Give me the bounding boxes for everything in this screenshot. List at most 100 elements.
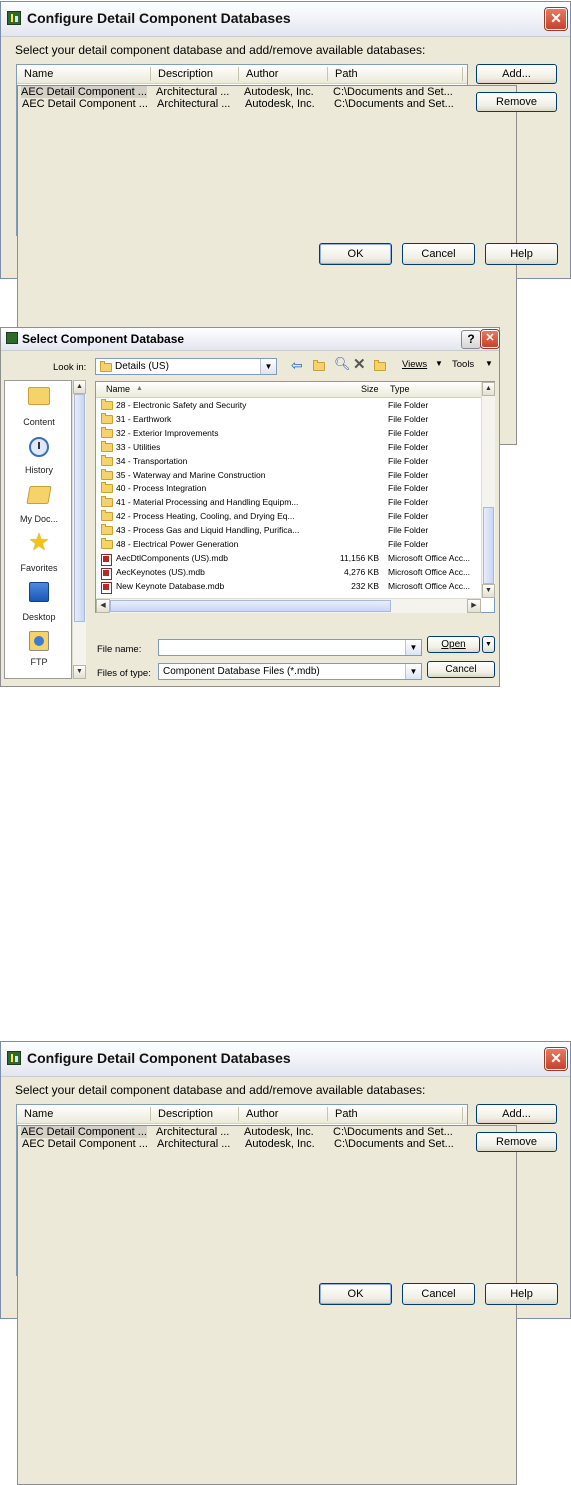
place-desktop[interactable]: Desktop bbox=[5, 582, 73, 622]
cancel-button[interactable]: Cancel bbox=[427, 661, 495, 678]
file-row[interactable]: 43 - Process Gas and Liquid Handling, Pu… bbox=[100, 524, 482, 537]
file-row[interactable]: 41 - Material Processing and Handling Eq… bbox=[100, 496, 482, 509]
folder-icon bbox=[101, 440, 113, 452]
place-favorites[interactable]: ★ Favorites bbox=[5, 531, 73, 574]
file-row[interactable]: 33 - Utilities File Folder bbox=[100, 440, 482, 454]
file-list-vscrollbar[interactable]: ▲ ▼ bbox=[481, 382, 495, 598]
add-button[interactable]: Add... bbox=[476, 64, 557, 84]
file-row[interactable]: 48 - Electrical Power Generation File Fol… bbox=[100, 538, 482, 551]
search-web-icon[interactable]: 🔍︎ bbox=[334, 356, 351, 371]
list-row[interactable]: AEC Detail Component ... Architectural .… bbox=[19, 1138, 465, 1151]
up-folder-icon[interactable] bbox=[312, 358, 326, 372]
open-button[interactable]: Open bbox=[427, 636, 480, 653]
ok-button[interactable]: OK bbox=[319, 243, 392, 265]
folder-icon bbox=[100, 361, 112, 372]
remove-button[interactable]: Remove bbox=[476, 1132, 557, 1152]
column-header-name[interactable]: Name bbox=[24, 1108, 53, 1120]
tools-dropdown-arrow[interactable]: ▼ bbox=[485, 359, 493, 368]
column-header-description[interactable]: Description bbox=[158, 68, 213, 80]
add-button[interactable]: Add... bbox=[476, 1104, 557, 1124]
file-row[interactable]: AecDtlComponents (US).mdb 11,156 KB Micros… bbox=[100, 552, 482, 566]
delete-icon[interactable]: ✕ bbox=[353, 355, 367, 373]
scroll-right-icon[interactable]: ▶ bbox=[467, 599, 481, 613]
chevron-down-icon[interactable]: ▼ bbox=[260, 359, 276, 374]
views-menu[interactable]: Views bbox=[402, 359, 427, 370]
file-row[interactable]: New Keynote Database.mdb 232 KB Microsoft … bbox=[100, 580, 482, 594]
scroll-up-icon[interactable]: ▲ bbox=[482, 382, 495, 396]
file-type: Microsoft Office Acc... bbox=[388, 566, 471, 577]
places-scrollbar[interactable]: ▲ ▼ bbox=[72, 380, 86, 679]
column-header-name[interactable]: Name bbox=[24, 68, 53, 80]
place-content[interactable]: Content bbox=[5, 387, 73, 427]
close-icon[interactable]: ✕ bbox=[544, 1047, 568, 1071]
file-list[interactable]: Name ▲ Size Type 28 - Electronic Safety … bbox=[95, 381, 495, 613]
file-name: 33 - Utilities bbox=[116, 441, 161, 452]
scroll-left-icon[interactable]: ◀ bbox=[96, 599, 110, 613]
file-row[interactable]: 32 - Exterior Improvements File Folder bbox=[100, 426, 482, 440]
help-button[interactable]: Help bbox=[485, 1283, 558, 1305]
scroll-up-icon[interactable]: ▲ bbox=[73, 380, 86, 394]
cancel-button[interactable]: Cancel bbox=[402, 243, 475, 265]
folder-icon bbox=[101, 524, 113, 536]
file-size: 4,276 KB bbox=[344, 566, 379, 577]
file-row[interactable]: 34 - Transportation File Folder bbox=[100, 454, 482, 468]
chevron-down-icon[interactable]: ▼ bbox=[405, 664, 421, 679]
column-header-author[interactable]: Author bbox=[246, 1108, 278, 1120]
help-button[interactable]: Help bbox=[485, 243, 558, 265]
dialog-title: Configure Detail Component Databases bbox=[27, 1050, 291, 1066]
column-header-author[interactable]: Author bbox=[246, 68, 278, 80]
scroll-thumb[interactable] bbox=[74, 394, 85, 622]
column-header-name[interactable]: Name bbox=[106, 384, 130, 394]
column-header-path[interactable]: Path bbox=[335, 68, 358, 80]
ok-button[interactable]: OK bbox=[319, 1283, 392, 1305]
remove-button[interactable]: Remove bbox=[476, 92, 557, 112]
scroll-down-icon[interactable]: ▼ bbox=[73, 665, 86, 679]
scroll-thumb[interactable] bbox=[110, 600, 391, 612]
list-row[interactable]: AEC Detail Component ... Architectural .… bbox=[19, 98, 465, 111]
column-header-size[interactable]: Size bbox=[361, 384, 379, 394]
place-my-documents[interactable]: My Doc... bbox=[5, 486, 73, 524]
column-header-path[interactable]: Path bbox=[335, 1108, 358, 1120]
file-name-input[interactable]: ▼ bbox=[158, 639, 422, 656]
close-icon[interactable]: ✕ bbox=[480, 329, 500, 349]
views-dropdown-arrow[interactable]: ▼ bbox=[435, 359, 443, 368]
app-icon bbox=[7, 1051, 21, 1065]
app-icon bbox=[7, 11, 21, 25]
close-icon[interactable]: ✕ bbox=[544, 7, 568, 31]
content-folder-icon bbox=[28, 387, 50, 405]
column-header-description[interactable]: Description bbox=[158, 1108, 213, 1120]
file-row[interactable]: AecKeynotes (US).mdb 4,276 KB Microsoft Of… bbox=[100, 566, 482, 580]
column-header-type[interactable]: Type bbox=[390, 384, 410, 394]
list-row[interactable]: AEC Detail Component ... Architectural .… bbox=[17, 1125, 517, 1485]
file-row[interactable]: 35 - Waterway and Marine Construction Fil… bbox=[100, 468, 482, 482]
file-name: 35 - Waterway and Marine Construction bbox=[116, 469, 266, 480]
folder-icon bbox=[101, 510, 113, 522]
file-type: File Folder bbox=[388, 539, 429, 549]
file-row[interactable]: 42 - Process Heating, Cooling, and Dryin… bbox=[100, 510, 482, 523]
folder-icon bbox=[101, 454, 113, 466]
scroll-thumb[interactable] bbox=[483, 507, 494, 584]
ftp-icon bbox=[29, 631, 49, 651]
cancel-button[interactable]: Cancel bbox=[402, 1283, 475, 1305]
back-icon[interactable]: ⇦ bbox=[291, 358, 305, 372]
new-folder-icon[interactable] bbox=[373, 358, 387, 372]
folder-icon bbox=[101, 496, 113, 508]
files-of-type-dropdown[interactable]: Component Database Files (*.mdb) ▼ bbox=[158, 663, 422, 680]
tools-menu[interactable]: Tools bbox=[452, 359, 474, 370]
file-list-hscrollbar[interactable]: ◀ ▶ bbox=[96, 598, 481, 613]
place-ftp[interactable]: FTP bbox=[5, 631, 73, 667]
file-row[interactable]: 28 - Electronic Safety and Security File … bbox=[100, 399, 482, 412]
file-row[interactable]: 31 - Earthwork File Folder bbox=[100, 412, 482, 426]
sort-ascending-icon: ▲ bbox=[136, 385, 143, 392]
place-history[interactable]: History bbox=[5, 437, 73, 475]
instruction-text: Select your detail component database an… bbox=[15, 43, 426, 57]
help-icon[interactable]: ? bbox=[461, 330, 481, 349]
chevron-down-icon[interactable]: ▼ bbox=[405, 640, 421, 655]
database-list[interactable]: Name Description Author Path AEC Detail … bbox=[16, 64, 517, 445]
database-list[interactable]: Name Description Author Path AEC Detail … bbox=[16, 1104, 517, 1485]
file-row[interactable]: 40 - Process Integration File Folder bbox=[100, 482, 482, 495]
scroll-down-icon[interactable]: ▼ bbox=[482, 584, 495, 598]
list-header: Name Description Author Path bbox=[17, 65, 467, 84]
open-options-arrow[interactable]: ▼ bbox=[482, 636, 495, 653]
look-in-dropdown[interactable]: Details (US) ▼ bbox=[95, 358, 277, 375]
